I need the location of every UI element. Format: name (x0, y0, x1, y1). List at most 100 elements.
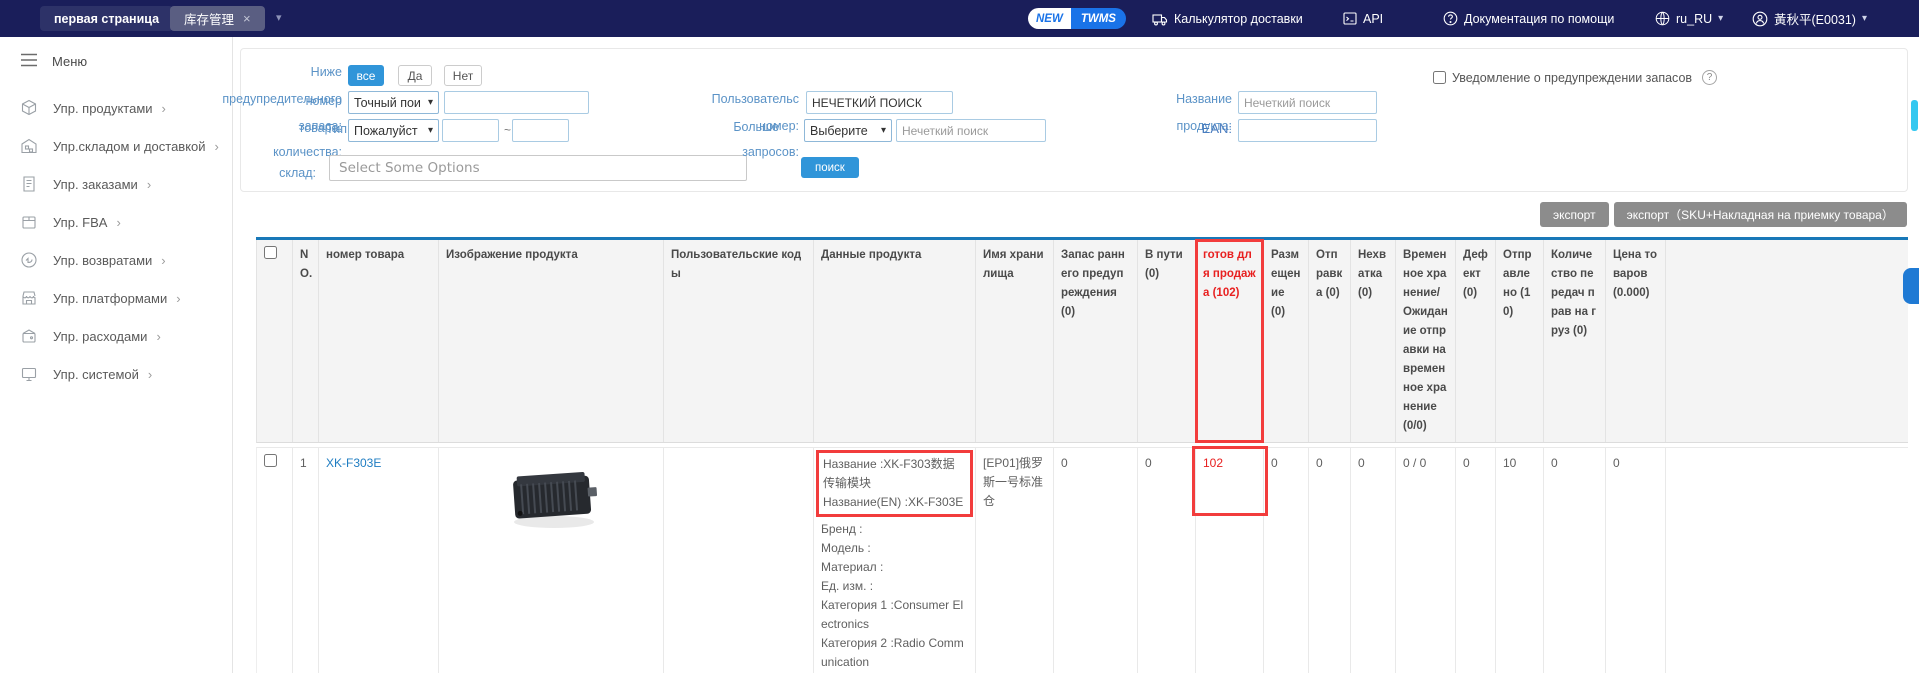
more-queries-select[interactable]: Выберите ▾ (804, 119, 892, 142)
twms-label: TWMS (1071, 8, 1126, 29)
sidebar-item-label: Упр.складом и доставкой (53, 139, 206, 154)
red-annotation-box: Название :XK-F303数据传输模块Название(EN) :XK-… (816, 450, 973, 517)
document-icon (20, 175, 38, 193)
sidebar-item-label: Упр. системой (53, 367, 139, 382)
below-warning-yes-button[interactable]: Да (398, 65, 432, 86)
product-detail-line: Категория 2 :Radio Communication (821, 634, 968, 672)
column-header-temp: Временное хранение/Ожидание отправки на … (1396, 240, 1456, 442)
sidebar-item-2[interactable]: Упр.складом и доставкой› (0, 127, 232, 165)
column-header-transfer: Количество передач прав на груз (0) (1544, 240, 1606, 442)
column-header-transit: В пути (0) (1138, 240, 1196, 442)
product-detail-line: Модель : (821, 539, 968, 558)
stock-warning-label: Уведомление о предупреждении запасов (1452, 71, 1692, 85)
cell-shortage: 0 (1351, 448, 1396, 673)
sidebar-item-1[interactable]: Упр. продуктами› (0, 89, 232, 127)
sidebar-item-3[interactable]: Упр. заказами› (0, 165, 232, 203)
export-sku-button[interactable]: экспорт（SKU+Накладная на приемку товара） (1614, 202, 1907, 227)
menu-toggle[interactable]: Меню (0, 37, 232, 80)
more-queries-input[interactable] (896, 119, 1046, 142)
twms-badge[interactable]: NEW TWMS (1028, 8, 1126, 29)
inventory-management-screen: первая страница 库存管理 × ▾ NEW TWMS Кальку… (0, 0, 1919, 673)
product-detail-line: Материал : (821, 558, 968, 577)
qty-min-input[interactable] (442, 119, 499, 142)
sidebar-item-label: Упр. возвратами (53, 253, 152, 268)
api-link[interactable]: API (1343, 0, 1383, 37)
more-queries-label: Больше (733, 120, 779, 134)
more-queries-label: запросов: (742, 145, 799, 159)
cell-no: 1 (293, 448, 319, 673)
floating-side-widget[interactable] (1903, 268, 1919, 304)
storefront-icon (20, 289, 38, 307)
chevron-down-icon: ▾ (1862, 13, 1867, 24)
product-number-link[interactable]: XK-F303E (326, 456, 381, 470)
product-detail-line: Бренд : (821, 520, 968, 539)
search-button[interactable]: поиск (801, 157, 859, 178)
row-checkbox[interactable] (264, 454, 277, 467)
close-icon[interactable]: × (243, 11, 251, 26)
select-all-checkbox[interactable] (264, 246, 277, 259)
stock-warning-checkbox[interactable] (1433, 71, 1446, 84)
product-name-line: Название :XK-F303数据传输模块 (823, 455, 966, 493)
cell-temp: 0 / 0 (1396, 448, 1456, 673)
chevron-right-icon: › (156, 329, 160, 344)
ean-label: EAN: (1202, 121, 1232, 136)
user-number-label: Пользовательс (712, 92, 799, 106)
cell-check (257, 448, 293, 673)
tab-home[interactable]: первая страница (40, 6, 173, 31)
below-warning-no-button[interactable]: Нет (444, 65, 482, 86)
cell-warehouse: [EP01]俄罗斯一号标准仓 (976, 448, 1054, 673)
chevron-down-icon: ▾ (1718, 13, 1723, 24)
column-header-warehouse: Имя хранилища (976, 240, 1054, 442)
more-queries-value: Выберите (810, 124, 868, 138)
chevron-right-icon: › (148, 367, 152, 382)
tab-inventory-label: 库存管理 (184, 9, 234, 28)
chevron-right-icon: › (147, 177, 151, 192)
warehouse-label: склад: (279, 166, 316, 180)
table-header-row: NO.номер товараИзображение продуктаПольз… (256, 240, 1908, 443)
sidebar-item-label: Упр. FBA (53, 215, 107, 230)
item-number-input[interactable] (444, 91, 589, 114)
filler-column (1666, 240, 1908, 442)
user-number-input[interactable] (806, 91, 953, 114)
qty-max-input[interactable] (512, 119, 569, 142)
wallet-icon (20, 327, 38, 345)
help-icon[interactable]: ? (1702, 70, 1717, 85)
sidebar-item-8[interactable]: Упр. системой › (0, 355, 232, 393)
cell-placing: 0 (1264, 448, 1309, 673)
sidebar-item-5[interactable]: Упр. возвратами› (0, 241, 232, 279)
user-menu[interactable]: 黃秋平(E0031) ▾ (1752, 0, 1867, 37)
shipping-calculator-link[interactable]: Калькулятор доставки (1152, 0, 1303, 37)
sidebar-item-4[interactable]: Упр. FBA› (0, 203, 232, 241)
cube-icon (20, 99, 38, 117)
column-header-price: Цена товаров (0.000) (1606, 240, 1666, 442)
sidebar-item-label: Упр. продуктами (53, 101, 153, 116)
sidebar-item-7[interactable]: Упр. расходами› (0, 317, 232, 355)
globe-icon (1655, 11, 1670, 26)
cell-sku: XK-F303E (319, 448, 439, 673)
cell-data: Название :XK-F303数据传输模块Название(EN) :XK-… (814, 448, 976, 673)
column-header-shipped: Отправлено (10) (1496, 240, 1544, 442)
cell-codes (664, 448, 814, 673)
help-docs-link[interactable]: Документация по помощи (1443, 0, 1614, 37)
qty-type-value: Пожалуйст (354, 124, 418, 138)
product-photo[interactable] (504, 456, 656, 542)
product-name-input[interactable] (1238, 91, 1377, 114)
ean-input[interactable] (1238, 119, 1377, 142)
match-type-select[interactable]: Точный пои ▾ (348, 91, 439, 114)
column-header-shortage: Нехватка (0) (1351, 240, 1396, 442)
scrollbar-thumb[interactable] (1911, 100, 1918, 131)
product-name-line: Название(EN) :XK-F303E (823, 493, 966, 512)
chevron-down-icon[interactable]: ▾ (276, 11, 282, 24)
export-button[interactable]: экспорт (1540, 202, 1609, 227)
table-row: 1 XK-F303E Название :XK-F303数据传输模块Название… (256, 447, 1908, 673)
warehouse-multiselect[interactable]: Select Some Options (329, 155, 747, 181)
cell-shipping: 0 (1309, 448, 1351, 673)
item-number-label: номер (306, 94, 342, 108)
locale-switcher[interactable]: ru_RU ▾ (1655, 0, 1723, 37)
sidebar-item-6[interactable]: Упр. платформами› (0, 279, 232, 317)
tab-inventory[interactable]: 库存管理 × (170, 6, 265, 31)
chevron-down-icon: ▾ (428, 97, 433, 108)
below-warning-all-button[interactable]: все (348, 65, 384, 86)
qty-type-select[interactable]: Пожалуйст ▾ (348, 119, 439, 142)
terminal-icon (1343, 12, 1357, 25)
